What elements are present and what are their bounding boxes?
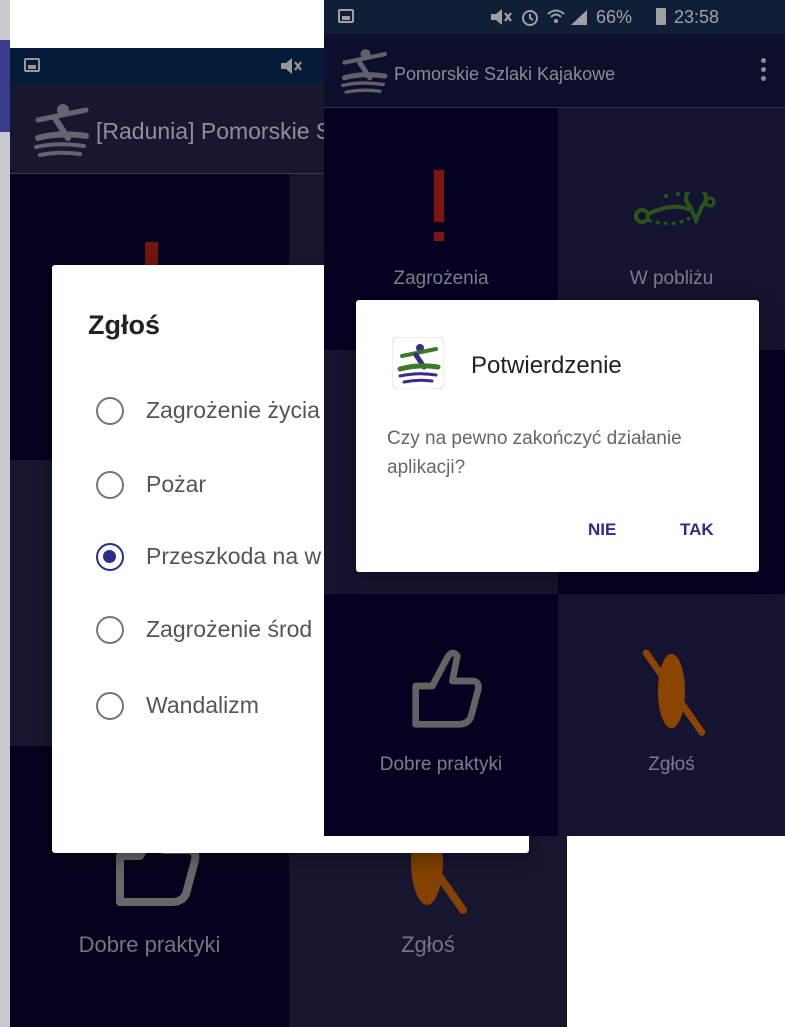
confirm-dialog: Potwierdzenie Czy na pewno zakończyć dzi… bbox=[356, 300, 759, 572]
report-option-label: Przeszkoda na w bbox=[146, 543, 322, 569]
confirm-dialog-message: Czy na pewno zakończyć działanie aplikac… bbox=[387, 428, 682, 478]
radio-button[interactable] bbox=[96, 616, 124, 644]
report-option-label: Zagrożenie życia bbox=[146, 397, 320, 423]
radio-button[interactable] bbox=[96, 397, 124, 425]
radio-button-selected[interactable] bbox=[96, 543, 124, 571]
report-option-label: Pożar bbox=[146, 471, 207, 497]
yes-button[interactable]: TAK bbox=[680, 520, 714, 540]
confirm-dialog-title: Potwierdzenie bbox=[471, 352, 622, 379]
report-option-label: Zagrożenie środ bbox=[146, 616, 313, 642]
kayak-logo-icon bbox=[392, 337, 444, 389]
report-option-label: Wandalizm bbox=[146, 692, 259, 718]
radio-button[interactable] bbox=[96, 692, 124, 720]
background-window-accent bbox=[0, 40, 10, 132]
radio-button[interactable] bbox=[96, 471, 124, 499]
no-button[interactable]: NIE bbox=[588, 520, 616, 540]
report-dialog-title: Zgłoś bbox=[88, 310, 160, 340]
background-window-edge bbox=[0, 0, 10, 1027]
